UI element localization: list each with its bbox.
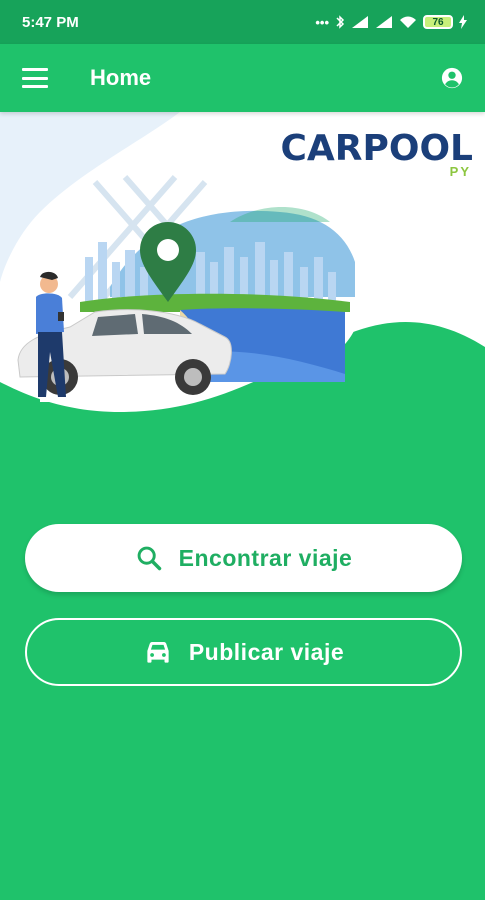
- charging-icon: [459, 15, 467, 29]
- logo-main-text: CARPOOL: [280, 128, 473, 169]
- car-icon: [147, 641, 169, 663]
- bluetooth-icon: [336, 15, 345, 29]
- signal-icon: [352, 16, 368, 28]
- find-trip-button[interactable]: Encontrar viaje: [25, 524, 462, 592]
- account-circle-icon[interactable]: [441, 67, 463, 89]
- publish-trip-button[interactable]: Publicar viaje: [25, 618, 462, 686]
- status-bar: 5:47 PM ••• 76: [0, 0, 485, 44]
- app-bar: Home: [0, 44, 485, 112]
- publish-trip-label: Publicar viaje: [188, 638, 345, 665]
- battery-icon: 76: [423, 15, 453, 29]
- page-title: Home: [90, 65, 152, 90]
- wifi-icon: [400, 16, 416, 28]
- signal-icon: [376, 16, 392, 28]
- menu-icon[interactable]: [22, 68, 48, 88]
- search-icon: [137, 546, 161, 571]
- status-icons: ••• 76: [315, 15, 467, 30]
- find-trip-label: Encontrar viaje: [178, 544, 353, 571]
- dots-icon: •••: [315, 14, 329, 30]
- status-time: 5:47 PM: [22, 13, 79, 31]
- hero-illustration: CARPOOL PY: [0, 112, 485, 442]
- carpool-logo: CARPOOL PY: [280, 128, 473, 180]
